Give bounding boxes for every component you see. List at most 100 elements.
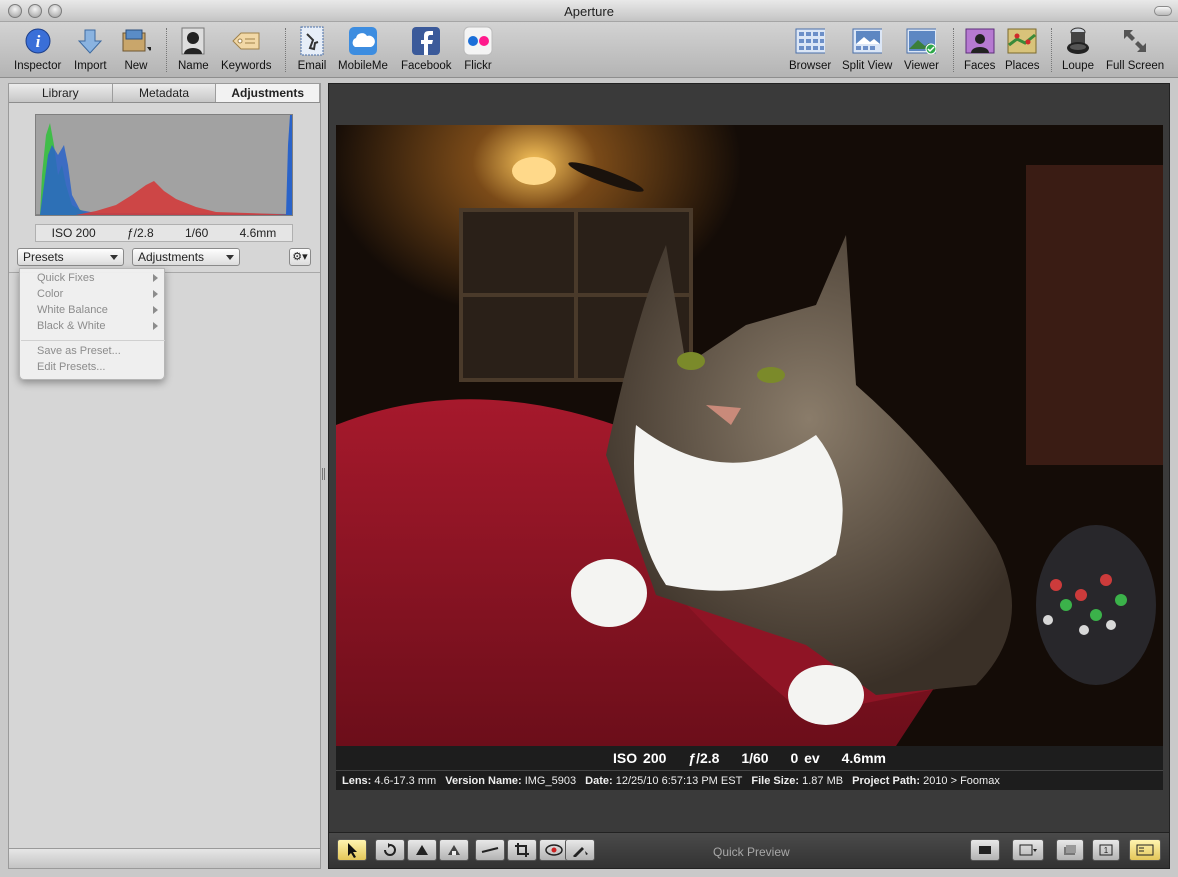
main-toolbar: i Inspector Import New Name Keywords Ema… (0, 22, 1178, 78)
inspector-label: Inspector (14, 60, 62, 72)
new-project-icon (121, 26, 151, 56)
loupe-label: Loupe (1062, 60, 1094, 72)
menu-item-color[interactable]: Color (20, 286, 166, 302)
name-button[interactable]: Name (178, 26, 209, 76)
menu-item-label: Color (37, 288, 64, 300)
select-tool-button[interactable] (337, 839, 367, 861)
viewer-button[interactable]: Viewer (904, 26, 939, 76)
flickr-button[interactable]: Flickr (463, 26, 493, 76)
overlay-iso: ISO 200 (613, 750, 667, 766)
inspector-button[interactable]: i Inspector (14, 26, 61, 76)
toolbar-toggle-button[interactable] (1154, 6, 1172, 16)
viewer-mode-button[interactable] (1012, 839, 1044, 861)
title-bar: Aperture (0, 0, 1178, 22)
person-silhouette-icon (178, 26, 208, 56)
adjustments-popup[interactable]: Adjustments (132, 248, 240, 266)
gear-action-button[interactable]: ⚙▾ (289, 248, 311, 266)
submenu-arrow-icon (153, 274, 158, 282)
histogram-exif-info: ISO 200 ƒ/2.8 1/60 4.6mm (35, 224, 293, 242)
expand-arrows-icon (1120, 26, 1150, 56)
split-view-icon (852, 26, 883, 56)
cloud-icon (348, 26, 378, 56)
histogram-focal-length: 4.6mm (239, 226, 277, 240)
toolbar-separator (1051, 28, 1052, 72)
stamp-tool-icon (448, 845, 460, 855)
arrow-pointer-icon (348, 843, 357, 858)
keywords-button[interactable]: Keywords (221, 26, 272, 76)
single-view-button[interactable]: 1 (1092, 839, 1120, 861)
metadata-key: Date: (585, 775, 613, 787)
rotate-tool-button[interactable] (375, 839, 405, 861)
name-label: Name (178, 60, 209, 72)
metadata-value: 12/25/10 6:57:13 PM EST (615, 775, 743, 787)
stack-icon (1064, 845, 1076, 855)
presets-popup[interactable]: Presets (17, 248, 124, 266)
brush-tool-button[interactable] (565, 839, 595, 861)
stamp-tool-button[interactable] (439, 839, 469, 861)
overlay-aperture: ƒ/2.8 (688, 750, 720, 766)
browser-button[interactable]: Browser (789, 26, 831, 76)
new-button[interactable]: New (121, 26, 151, 76)
split-view-label: Split View (842, 60, 893, 72)
eye-icon (545, 844, 563, 856)
svg-text:i: i (35, 32, 40, 51)
viewer-bottom-toolbar: Quick Preview 1 (329, 832, 1169, 868)
tab-metadata[interactable]: Metadata (112, 84, 217, 102)
adjustments-popup-label: Adjustments (138, 250, 205, 264)
histogram-aperture: ƒ/2.8 (126, 226, 154, 240)
full-screen-button[interactable]: Full Screen (1106, 26, 1164, 76)
rotate-icon (384, 843, 396, 856)
faces-label: Faces (964, 60, 996, 72)
faces-button[interactable]: Faces (964, 26, 995, 76)
tab-library[interactable]: Library (9, 84, 113, 102)
metadata-key: Version Name: (445, 775, 522, 787)
lift-tool-button[interactable] (407, 839, 437, 861)
menu-item-black-white[interactable]: Black & White (20, 318, 166, 334)
filmstrip-toggle-button[interactable] (970, 839, 1000, 861)
menu-item-save-as-preset[interactable]: Save as Preset... (20, 343, 166, 359)
stamp-icon (297, 26, 327, 56)
gear-icon: ⚙▾ (292, 251, 308, 263)
photo-metadata-line: Lens: 4.6-17.3 mm Version Name: IMG_5903… (336, 770, 1163, 790)
viewer-mode-icon (1019, 844, 1037, 856)
info-icon: i (23, 26, 53, 56)
menu-item-label: White Balance (37, 304, 108, 316)
single-view-icon: 1 (1099, 844, 1113, 856)
metadata-value: 2010 > Foomax (923, 775, 1000, 787)
flickr-label: Flickr (464, 60, 492, 72)
menu-item-label: Quick Fixes (37, 272, 95, 284)
facebook-label: Facebook (401, 60, 452, 72)
filmstrip-icon (979, 846, 991, 854)
tab-adjustments[interactable]: Adjustments (216, 84, 321, 102)
mobileme-label: MobileMe (338, 60, 388, 72)
metadata-overlay-button[interactable] (1129, 839, 1161, 861)
histogram-iso: ISO 200 (51, 226, 96, 240)
straighten-tool-button[interactable] (475, 839, 505, 861)
crop-tool-button[interactable] (507, 839, 537, 861)
metadata-overlay-icon (1136, 844, 1154, 856)
places-button[interactable]: Places (1005, 26, 1040, 76)
split-view-button[interactable]: Split View (842, 26, 892, 76)
stack-toggle-button[interactable] (1056, 839, 1084, 861)
import-label: Import (74, 60, 107, 72)
metadata-key: Lens: (342, 775, 372, 787)
metadata-key: File Size: (751, 775, 800, 787)
facebook-button[interactable]: Facebook (401, 26, 452, 76)
mobileme-button[interactable]: MobileMe (338, 26, 388, 76)
metadata-key: Project Path: (852, 775, 921, 787)
email-button[interactable]: Email (297, 26, 327, 76)
menu-item-quick-fixes[interactable]: Quick Fixes (20, 270, 166, 286)
photo-cat-on-red-pillow (336, 125, 1163, 746)
import-button[interactable]: Import (74, 26, 107, 76)
flickr-icon (463, 26, 493, 56)
email-label: Email (297, 60, 327, 72)
menu-separator (21, 340, 165, 341)
panel-resize-handle[interactable] (322, 468, 325, 480)
menu-item-white-balance[interactable]: White Balance (20, 302, 166, 318)
menu-item-edit-presets[interactable]: Edit Presets... (20, 359, 166, 375)
loupe-button[interactable]: Loupe (1062, 26, 1094, 76)
crop-icon (515, 843, 529, 857)
overlay-focal-length: 4.6mm (841, 750, 886, 766)
overlay-shutter: 1/60 (741, 750, 769, 766)
inspector-footer (9, 848, 320, 868)
